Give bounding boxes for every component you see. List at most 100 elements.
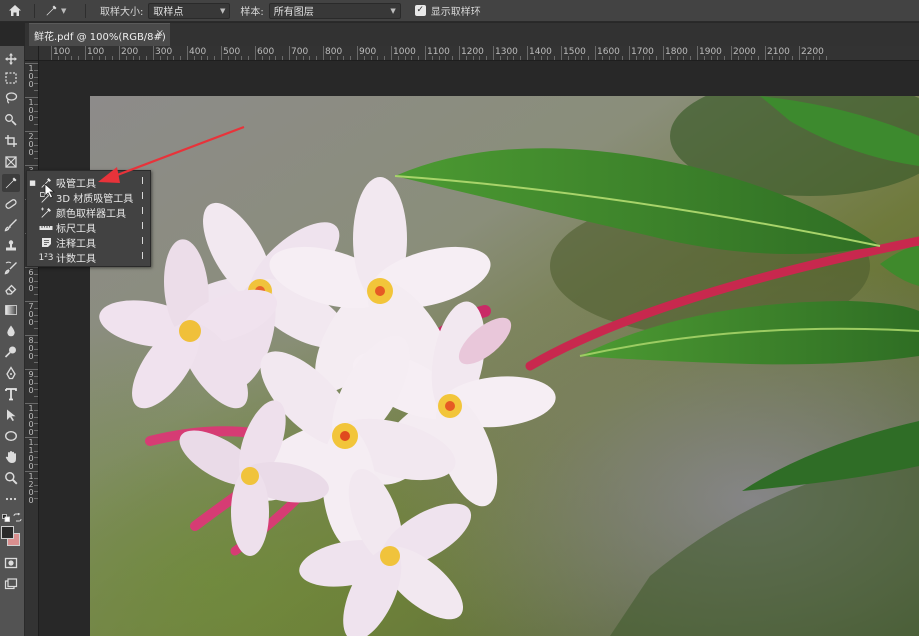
tool-screen-mode[interactable]	[2, 575, 20, 593]
tool-marquee[interactable]	[2, 69, 20, 87]
ruler-major-tick	[493, 46, 494, 60]
horizontal-ruler[interactable]: 100 100 200 300 400 500 600 700 800 900 1000 1100 12…	[39, 46, 919, 61]
document-tab[interactable]: 鲜花.pdf @ 100%(RGB/8#) ×	[29, 23, 170, 46]
flyout-item-shortcut: I	[141, 206, 144, 217]
ruler-minor-tick	[758, 56, 760, 60]
flyout-item-note[interactable]: 注释工具 I	[27, 235, 150, 250]
ruler-minor-tick	[34, 430, 38, 432]
ruler-minor-tick	[431, 56, 433, 60]
sample-dropdown[interactable]: 所有图层 ▼	[268, 2, 401, 19]
tool-quick-select[interactable]	[2, 110, 20, 128]
tools-panel	[0, 46, 25, 636]
tool-more[interactable]	[2, 490, 20, 508]
home-button[interactable]	[0, 0, 30, 22]
flyout-item-label: 颜色取样器工具	[56, 209, 126, 220]
ruler-minor-tick	[574, 56, 576, 60]
ruler-major-tick	[425, 46, 426, 60]
tool-clone-stamp[interactable]	[2, 237, 20, 255]
ruler-minor-tick	[34, 484, 38, 486]
flyout-item-ruler[interactable]: 标尺工具 I	[27, 220, 150, 235]
tool-brush[interactable]	[2, 216, 20, 234]
options-bar: ▼ 取样大小: 取样点 ▼ 样本: 所有图层 ▼ ✓ 显示取样环	[0, 0, 919, 22]
tool-hand[interactable]	[2, 448, 20, 466]
ruler-minor-tick	[34, 477, 38, 479]
ruler-minor-tick	[622, 56, 624, 60]
sample-label: 样本:	[240, 7, 264, 18]
ruler-minor-tick	[34, 158, 38, 160]
ruler-minor-tick	[547, 56, 549, 60]
ruler-label: 900	[359, 47, 377, 57]
ruler-major-tick	[221, 46, 222, 60]
ruler-minor-tick	[384, 56, 386, 60]
default-colors-icon[interactable]	[2, 514, 10, 522]
tool-move[interactable]	[2, 50, 20, 68]
ruler-minor-tick	[785, 56, 787, 60]
ruler-minor-tick	[275, 56, 277, 60]
foreground-color-swatch[interactable]	[1, 526, 14, 539]
ruler-minor-tick	[91, 56, 93, 60]
tool-pen[interactable]	[2, 364, 20, 382]
ruler-minor-tick	[282, 56, 284, 60]
ruler-minor-tick	[771, 56, 773, 60]
ruler-minor-tick	[112, 56, 114, 60]
tool-quick-mask[interactable]	[2, 554, 20, 572]
tool-zoom[interactable]	[2, 469, 20, 487]
close-tab-icon[interactable]: ×	[156, 28, 164, 39]
tool-lasso[interactable]	[2, 89, 20, 107]
canvas-image[interactable]	[90, 96, 919, 636]
chevron-down-icon: ▼	[219, 6, 226, 15]
ruler-minor-tick	[78, 56, 80, 60]
ruler-minor-tick	[812, 56, 814, 60]
quick-select-tool-icon	[5, 114, 17, 126]
tool-shape[interactable]	[2, 427, 20, 445]
ruler-origin[interactable]	[25, 46, 39, 61]
tool-crop[interactable]	[2, 132, 20, 150]
tool-eyedropper[interactable]	[2, 174, 20, 192]
tool-frame[interactable]	[2, 153, 20, 171]
flyout-item-shortcut: I	[141, 191, 144, 202]
ruler-minor-tick	[411, 56, 413, 60]
ruler-minor-tick	[34, 124, 38, 126]
swap-colors-icon[interactable]	[13, 513, 22, 522]
sample-size-value: 取样点	[153, 7, 184, 18]
note-icon	[38, 237, 54, 249]
ruler-label: 500	[223, 47, 241, 57]
ruler-major-tick	[153, 46, 154, 60]
gradient-tool-icon	[5, 305, 17, 315]
tool-gradient[interactable]	[2, 301, 20, 319]
tool-path-select[interactable]	[2, 406, 20, 424]
ruler-minor-tick	[57, 56, 59, 60]
move-tool-icon	[5, 53, 17, 65]
sample-size-dropdown[interactable]: 取样点 ▼	[148, 2, 231, 19]
ruler-minor-tick	[159, 56, 161, 60]
ruler-minor-tick	[227, 56, 229, 60]
tool-preset-picker[interactable]: ▼	[45, 4, 81, 17]
ruler-minor-tick	[34, 151, 38, 153]
ruler-minor-tick	[350, 56, 352, 60]
color-sampler-icon	[38, 207, 54, 219]
ruler-minor-tick	[180, 56, 182, 60]
ruler-major-tick	[289, 46, 290, 60]
tool-blur[interactable]	[2, 322, 20, 340]
ruler-label: 100	[53, 47, 71, 57]
ruler-minor-tick	[261, 56, 263, 60]
ruler-minor-tick	[513, 56, 515, 60]
vertical-ruler[interactable]: 1 0 01 0 02 0 03 0 04 0 05 0 06 0 07 0 0…	[25, 61, 39, 636]
show-ring-checkbox[interactable]: ✓	[414, 5, 426, 16]
flyout-item-shortcut: I	[141, 251, 144, 262]
ruler-minor-tick	[520, 56, 522, 60]
flyout-item-shortcut: I	[141, 236, 144, 247]
eyedropper-icon	[46, 5, 57, 16]
tool-history-brush[interactable]	[2, 259, 20, 277]
ruler-major-tick	[391, 46, 392, 60]
flyout-item-count[interactable]: 1²3 计数工具 I	[27, 250, 150, 265]
tool-dodge[interactable]	[2, 343, 20, 361]
tool-type[interactable]	[2, 385, 20, 403]
ruler-minor-tick	[703, 56, 705, 60]
ruler-minor-tick	[805, 56, 807, 60]
ruler-major-tick	[51, 46, 52, 60]
tool-eraser[interactable]	[2, 280, 20, 298]
flyout-item-color-sampler[interactable]: 颜色取样器工具 I	[27, 205, 150, 220]
ruler-major-tick	[459, 46, 460, 60]
tool-healing[interactable]	[2, 195, 20, 213]
